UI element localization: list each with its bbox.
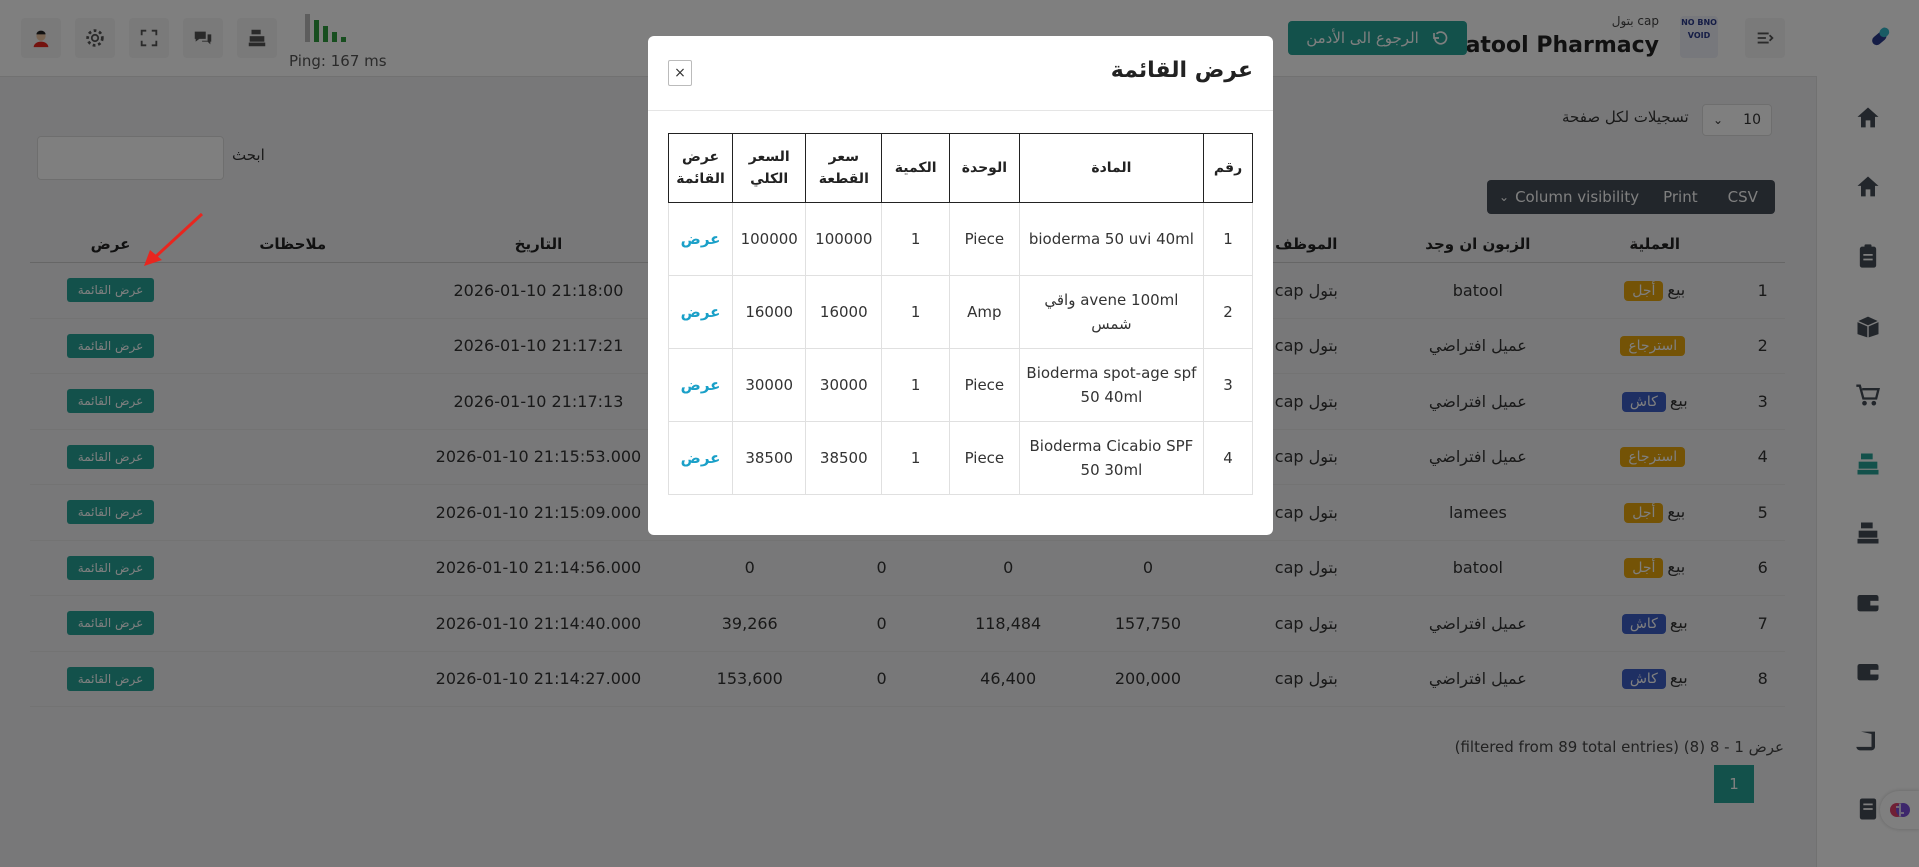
item-name: avene 100ml واقي شمس (1018, 275, 1205, 349)
modal-col-num: رقم (1203, 133, 1253, 203)
item-qty: 1 (881, 275, 950, 349)
modal-col-qty: الكمية (881, 133, 950, 203)
item-num: 2 (1203, 275, 1253, 349)
red-arrow-annotation (144, 212, 204, 266)
item-unit: Piece (948, 421, 1020, 495)
modal-divider (648, 110, 1273, 111)
item-price: 100000 (805, 202, 883, 276)
item-view-link[interactable]: عرض (681, 230, 721, 248)
item-name: Bioderma spot-age spf 50 40ml (1018, 348, 1205, 422)
modal-col-view: عرض القائمة (667, 133, 734, 203)
item-unit: Piece (948, 348, 1020, 422)
modal-items-table: رقم المادة الوحدة الكمية سعر القطعة السع… (667, 133, 1253, 495)
item-view: عرض (667, 275, 734, 349)
item-total: 30000 (732, 348, 807, 422)
item-view-link[interactable]: عرض (681, 376, 721, 394)
modal-header-row: رقم المادة الوحدة الكمية سعر القطعة السع… (667, 133, 1253, 203)
item-view: عرض (667, 421, 734, 495)
modal-item-row: 2 avene 100ml واقي شمس Amp 1 16000 16000 عرض (667, 275, 1253, 349)
item-price: 38500 (805, 421, 883, 495)
modal-title: عرض القائمة (1110, 58, 1253, 83)
item-name: Bioderma Cicabio SPF 50 30ml (1018, 421, 1205, 495)
item-qty: 1 (881, 202, 950, 276)
item-qty: 1 (881, 348, 950, 422)
item-total: 100000 (732, 202, 807, 276)
item-qty: 1 (881, 421, 950, 495)
item-total: 16000 (732, 275, 807, 349)
item-view: عرض (667, 202, 734, 276)
item-view-link[interactable]: عرض (681, 303, 721, 321)
modal-item-row: 3 Bioderma spot-age spf 50 40ml Piece 1 3000… (667, 348, 1253, 422)
item-price: 16000 (805, 275, 883, 349)
item-total: 38500 (732, 421, 807, 495)
item-num: 4 (1203, 421, 1253, 495)
item-unit: Piece (948, 202, 1020, 276)
item-view-link[interactable]: عرض (681, 449, 721, 467)
item-unit: Amp (948, 275, 1020, 349)
modal-col-item: المادة (1018, 133, 1205, 203)
modal-col-unit: الوحدة (948, 133, 1020, 203)
modal-col-price: سعر القطعة (805, 133, 883, 203)
modal-col-total: السعر الكلي (732, 133, 807, 203)
modal-item-row: 1 bioderma 50 uvi 40ml Piece 1 100000 100000 ع… (667, 202, 1253, 276)
invoice-items-modal: عرض القائمة × رقم المادة الوحدة الكمية س… (648, 36, 1273, 535)
modal-item-row: 4 Bioderma Cicabio SPF 50 30ml Piece 1 38500… (667, 421, 1253, 495)
item-name: bioderma 50 uvi 40ml (1018, 202, 1205, 276)
item-view: عرض (667, 348, 734, 422)
modal-close-button[interactable]: × (668, 60, 692, 86)
item-num: 1 (1203, 202, 1253, 276)
item-num: 3 (1203, 348, 1253, 422)
item-price: 30000 (805, 348, 883, 422)
